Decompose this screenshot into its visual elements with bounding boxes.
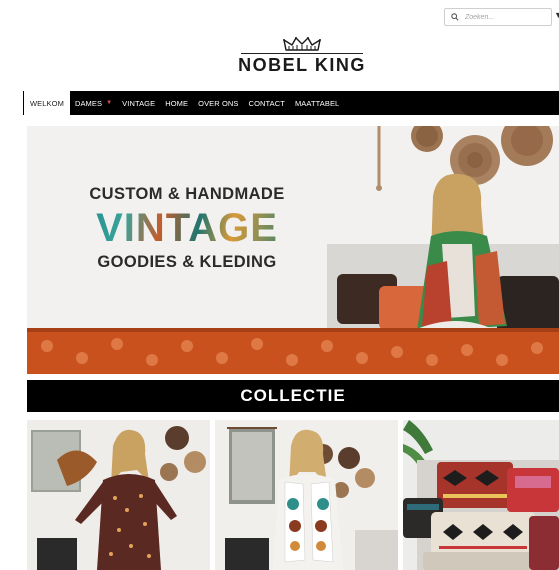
- nav-item-maattabel[interactable]: MAATTABEL: [290, 91, 344, 115]
- nav-item-welkom[interactable]: WELKOM: [23, 91, 70, 115]
- nav-item-contact[interactable]: CONTACT: [244, 91, 290, 115]
- hero-line-1: CUSTOM & HANDMADE: [89, 185, 285, 203]
- collection-heading: COLLECTIE: [27, 380, 559, 412]
- chevron-down-icon: ▼: [106, 100, 113, 106]
- main-nav: WELKOM DAMES ▼ VINTAGE HOME OVER ONS CON…: [23, 91, 559, 115]
- search-icon: [451, 13, 459, 21]
- product-image: [215, 420, 398, 570]
- hero-headline: CUSTOM & HANDMADE VINTAGE GOODIES & KLED…: [77, 184, 297, 272]
- hero-line-2: VINTAGE: [77, 206, 297, 250]
- nav-item-dames[interactable]: DAMES ▼: [70, 91, 117, 115]
- product-image: [403, 420, 559, 570]
- brand-logo[interactable]: NOBEL KING: [237, 36, 367, 76]
- hero-banner[interactable]: CUSTOM & HANDMADE VINTAGE GOODIES & KLED…: [27, 126, 559, 374]
- product-tile[interactable]: [27, 420, 210, 570]
- product-image: [27, 420, 210, 570]
- collection-title: COLLECTIE: [240, 386, 346, 405]
- hero-line-3: GOODIES & KLEDING: [97, 253, 277, 271]
- search-input[interactable]: [465, 10, 545, 24]
- logo-rule: [241, 53, 363, 54]
- crown-icon: [283, 37, 321, 51]
- nav-item-home[interactable]: HOME: [160, 91, 193, 115]
- nav-item-dames-label: DAMES: [74, 98, 103, 108]
- cart-icon[interactable]: ▼: [554, 10, 559, 20]
- nav-item-vintage[interactable]: VINTAGE: [117, 91, 160, 115]
- product-tile[interactable]: [403, 420, 559, 570]
- product-tile[interactable]: [215, 420, 398, 570]
- nav-item-over-ons[interactable]: OVER ONS: [193, 91, 243, 115]
- brand-name: NOBEL KING: [238, 55, 366, 75]
- search-box[interactable]: [444, 8, 552, 26]
